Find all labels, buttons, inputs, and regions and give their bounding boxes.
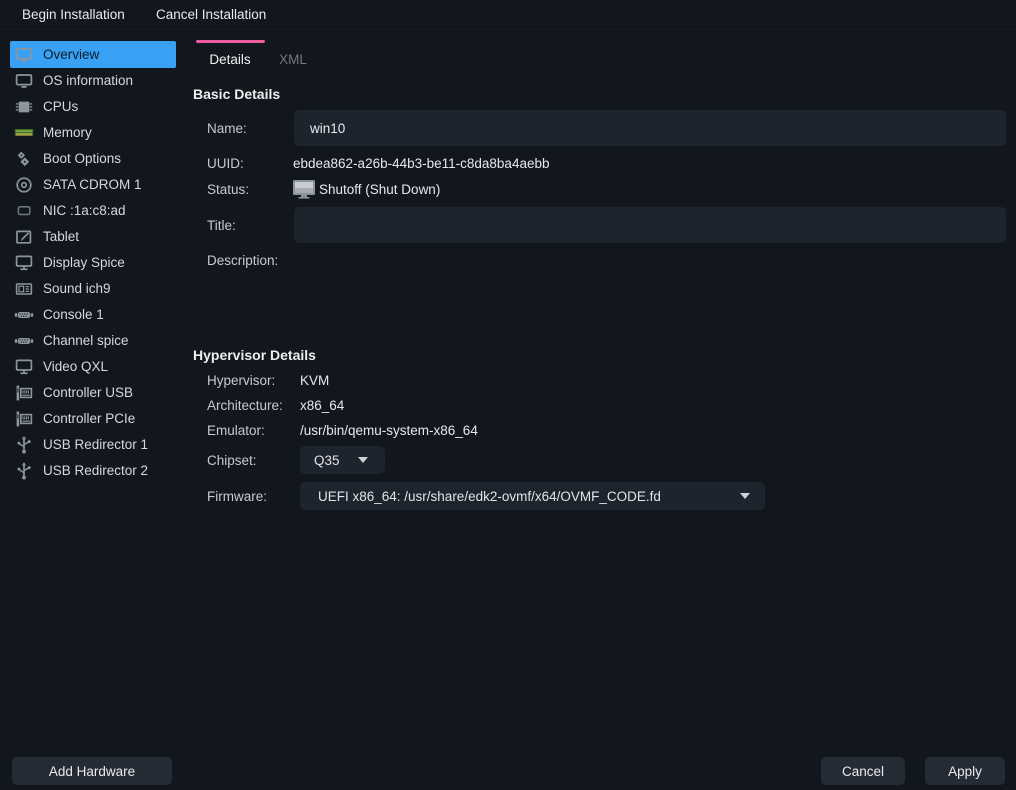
sidebar-item-label: CPUs bbox=[43, 99, 78, 114]
monitor-stand-icon bbox=[14, 253, 34, 273]
sidebar-item-label: SATA CDROM 1 bbox=[43, 177, 142, 192]
sidebar-item-console-1[interactable]: Console 1 bbox=[10, 301, 176, 328]
monitor-icon bbox=[14, 71, 34, 91]
uuid-value: ebdea862-a26b-44b3-be11-c8da8ba4aebb bbox=[293, 156, 549, 171]
usb-icon bbox=[14, 435, 34, 455]
sidebar-item-label: OS information bbox=[43, 73, 133, 88]
sidebar-item-nic-1a-c8-ad[interactable]: NIC :1a:c8:ad bbox=[10, 197, 176, 224]
usb-icon bbox=[14, 461, 34, 481]
chevron-down-icon bbox=[358, 457, 368, 463]
basic-details-heading: Basic Details bbox=[193, 86, 280, 102]
sidebar-item-controller-pcie[interactable]: Controller PCIe bbox=[10, 405, 176, 432]
sidebar-item-video-qxl[interactable]: Video QXL bbox=[10, 353, 176, 380]
sidebar-item-label: Console 1 bbox=[43, 307, 104, 322]
sidebar-item-label: Channel spice bbox=[43, 333, 129, 348]
sidebar-item-boot-options[interactable]: Boot Options bbox=[10, 145, 176, 172]
toolbar: Begin Installation Cancel Installation bbox=[0, 0, 1016, 30]
chipset-value: Q35 bbox=[314, 453, 340, 468]
sidebar-item-label: Video QXL bbox=[43, 359, 108, 374]
description-label: Description: bbox=[207, 253, 278, 268]
sidebar-item-label: Tablet bbox=[43, 229, 79, 244]
cancel-button[interactable]: Cancel bbox=[821, 757, 905, 785]
disc-icon bbox=[14, 175, 34, 195]
vm-details-window: Begin Installation Cancel Installation O… bbox=[0, 0, 1016, 790]
emulator-label: Emulator: bbox=[207, 423, 265, 438]
chipset-dropdown[interactable]: Q35 bbox=[300, 446, 385, 474]
title-input[interactable] bbox=[294, 207, 1006, 243]
sidebar-item-label: Display Spice bbox=[43, 255, 125, 270]
sidebar-item-display-spice[interactable]: Display Spice bbox=[10, 249, 176, 276]
sidebar: Overview OS information CPUs Memory Boot Opt… bbox=[0, 30, 186, 746]
serial-port-icon bbox=[14, 331, 34, 351]
firmware-label: Firmware: bbox=[207, 489, 267, 504]
sidebar-item-memory[interactable]: Memory bbox=[10, 119, 176, 146]
hypervisor-label: Hypervisor: bbox=[207, 373, 275, 388]
controller-card-icon bbox=[14, 409, 34, 429]
status-label: Status: bbox=[207, 182, 249, 197]
name-label: Name: bbox=[207, 121, 247, 136]
sound-card-icon bbox=[14, 279, 34, 299]
cancel-installation-button[interactable]: Cancel Installation bbox=[152, 0, 270, 30]
gears-icon bbox=[14, 149, 34, 169]
hypervisor-value: KVM bbox=[300, 373, 329, 388]
firmware-value: UEFI x86_64: /usr/share/edk2-ovmf/x64/OV… bbox=[318, 489, 661, 504]
sidebar-item-label: Controller PCIe bbox=[43, 411, 135, 426]
tab-details[interactable]: Details bbox=[194, 40, 266, 76]
sidebar-item-usb-redirector-2[interactable]: USB Redirector 2 bbox=[10, 457, 176, 484]
nic-icon bbox=[14, 201, 34, 221]
emulator-value: /usr/bin/qemu-system-x86_64 bbox=[300, 423, 478, 438]
sidebar-item-controller-usb[interactable]: Controller USB bbox=[10, 379, 176, 406]
architecture-value: x86_64 bbox=[300, 398, 344, 413]
chipset-label: Chipset: bbox=[207, 453, 257, 468]
add-hardware-button[interactable]: Add Hardware bbox=[12, 757, 172, 785]
begin-installation-button[interactable]: Begin Installation bbox=[18, 0, 129, 30]
monitor-stand-icon bbox=[14, 357, 34, 377]
tablet-icon bbox=[14, 227, 34, 247]
apply-button[interactable]: Apply bbox=[925, 757, 1005, 785]
controller-card-icon bbox=[14, 383, 34, 403]
monitor-status-icon bbox=[292, 179, 316, 199]
sidebar-item-sound-ich9[interactable]: Sound ich9 bbox=[10, 275, 176, 302]
sidebar-item-os-information[interactable]: OS information bbox=[10, 67, 176, 94]
sidebar-item-label: Controller USB bbox=[43, 385, 133, 400]
monitor-icon bbox=[14, 45, 34, 65]
sidebar-item-usb-redirector-1[interactable]: USB Redirector 1 bbox=[10, 431, 176, 458]
sidebar-item-channel-spice[interactable]: Channel spice bbox=[10, 327, 176, 354]
chevron-down-icon bbox=[740, 493, 750, 499]
title-label: Title: bbox=[207, 218, 236, 233]
sidebar-item-label: USB Redirector 2 bbox=[43, 463, 148, 478]
sidebar-item-tablet[interactable]: Tablet bbox=[10, 223, 176, 250]
firmware-dropdown[interactable]: UEFI x86_64: /usr/share/edk2-ovmf/x64/OV… bbox=[300, 482, 765, 510]
architecture-label: Architecture: bbox=[207, 398, 283, 413]
sidebar-item-label: NIC :1a:c8:ad bbox=[43, 203, 126, 218]
sidebar-item-cpus[interactable]: CPUs bbox=[10, 93, 176, 120]
tab-xml[interactable]: XML bbox=[272, 40, 314, 76]
sidebar-item-label: Memory bbox=[43, 125, 92, 140]
uuid-label: UUID: bbox=[207, 156, 244, 171]
memory-icon bbox=[14, 123, 34, 143]
description-input[interactable] bbox=[294, 252, 1006, 330]
sidebar-item-sata-cdrom-1[interactable]: SATA CDROM 1 bbox=[10, 171, 176, 198]
serial-port-icon bbox=[14, 305, 34, 325]
name-input[interactable] bbox=[294, 110, 1006, 146]
sidebar-item-label: Boot Options bbox=[43, 151, 121, 166]
sidebar-item-label: Sound ich9 bbox=[43, 281, 111, 296]
status-value: Shutoff (Shut Down) bbox=[319, 182, 440, 197]
cpu-icon bbox=[14, 97, 34, 117]
sidebar-item-label: Overview bbox=[43, 47, 99, 62]
sidebar-item-label: USB Redirector 1 bbox=[43, 437, 148, 452]
hypervisor-details-heading: Hypervisor Details bbox=[193, 347, 316, 363]
sidebar-item-overview[interactable]: Overview bbox=[10, 41, 176, 68]
